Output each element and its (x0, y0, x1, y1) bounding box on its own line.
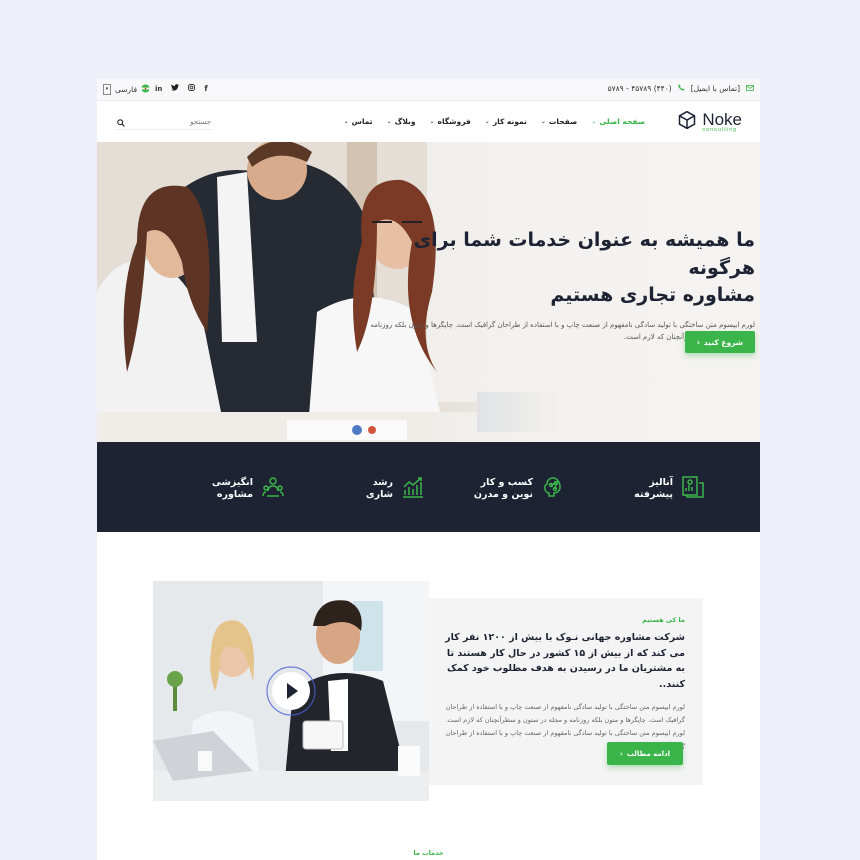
nav-item-contact[interactable]: تماس ⌄ (344, 117, 373, 126)
logo-subtitle: consulting (702, 126, 738, 133)
chevron-down-icon: ⌄ (386, 118, 392, 125)
facebook-icon[interactable]: f (204, 84, 207, 93)
feature-title: آنالیز (649, 476, 673, 488)
play-button[interactable] (266, 666, 316, 716)
analytics-icon (681, 475, 705, 503)
chevron-left-icon: ‹ (696, 337, 700, 347)
feature-subtitle: مشاوره (216, 489, 253, 501)
chevron-down-icon[interactable]: ▾ (103, 84, 111, 95)
feature-title: انگیزشی (211, 476, 253, 488)
chevron-down-icon: ⌄ (343, 118, 349, 125)
contact-label[interactable]: [تماس با ایمیل] (691, 84, 740, 93)
main-nav: Noke consulting صفحه اصلی ⌄ صفحات ⌄ نمونه … (97, 102, 760, 142)
chevron-down-icon: ⌄ (591, 118, 597, 125)
feature-title: کسب و کار (480, 476, 533, 488)
nav-item-portfolio[interactable]: نمونه کار ⌄ (485, 117, 527, 126)
about-title: شرکت مشاوره جهانی نـوک با بیش از ۱۲۰۰ نف… (445, 632, 685, 691)
nav-item-blog[interactable]: وبلاگ ⌄ (387, 117, 416, 126)
feature-subtitle: نوین و مدرن (473, 489, 533, 501)
feature-subtitle: شاری (365, 489, 393, 501)
about-card: ما کی هستیم شرکت مشاوره جهانی نـوک با بی… (429, 598, 703, 785)
nav-item-pages[interactable]: صفحات ⌄ (541, 117, 577, 126)
search-icon[interactable] (117, 112, 125, 131)
features-bar: آنالیز پیشرفته کسب و کار نوین و مدرن رشد… (97, 442, 760, 532)
logo-name: Noke (702, 109, 742, 129)
get-started-button[interactable]: شروع کنید ‹ (685, 331, 755, 353)
nav-item-label: صفحات (548, 117, 578, 126)
social-links: in f (155, 84, 208, 93)
search-input[interactable] (131, 117, 211, 126)
nav-item-label: تماس (351, 117, 373, 126)
about-video (153, 581, 429, 801)
search-box (115, 114, 213, 130)
logo-box-icon (677, 110, 697, 134)
hero-title-line2: مشاوره تجاری هستیم (550, 284, 755, 307)
logo[interactable]: Noke consulting (677, 110, 742, 134)
about-tag: ما کی هستیم (642, 616, 685, 624)
services-tag: خدمات ما (413, 849, 444, 857)
nav-menu: صفحه اصلی ⌄ صفحات ⌄ نمونه کار ⌄ فروشگاه ⌄ وب… (344, 117, 645, 126)
chevron-down-icon: ⌄ (540, 118, 546, 125)
phone-number[interactable]: (۴۴۰) ۴۵۷۸۹ - ۵۷۸۹ (608, 84, 672, 93)
growth-chart-icon (401, 475, 425, 503)
button-label: شروع کنید (703, 337, 744, 347)
top-bar: ▾ فارسی in f [تماس با ایمیل] (۴۴۰) ۴۵۷۸۹… (97, 79, 760, 101)
feature-motivation[interactable]: انگیزشی مشاوره (212, 475, 285, 503)
page: ▾ فارسی in f [تماس با ایمیل] (۴۴۰) ۴۵۷۸۹… (97, 79, 760, 860)
button-label: ادامه مطالب (626, 749, 671, 758)
brain-icon (541, 475, 565, 503)
instagram-icon[interactable] (188, 84, 196, 93)
nav-item-shop[interactable]: فروشگاه ⌄ (430, 117, 471, 126)
hero-title-line1: ما همیشه به عنوان خدمات شما برای هرگونه (413, 229, 755, 279)
flag-icon (141, 84, 150, 95)
language-switcher[interactable]: ▾ فارسی (103, 84, 150, 95)
hero-content: ما همیشه به عنوان خدمات شما برای هرگونه … (365, 227, 755, 343)
nav-item-label: صفحه اصلی (599, 117, 645, 126)
feature-title: رشد (372, 476, 393, 488)
feature-business[interactable]: کسب و کار نوین و مدرن (474, 475, 565, 503)
contact-info: [تماس با ایمیل] (۴۴۰) ۴۵۷۸۹ - ۵۷۸۹ (608, 84, 754, 93)
email-icon (746, 84, 754, 93)
hero-title: ما همیشه به عنوان خدمات شما برای هرگونه … (365, 227, 755, 310)
read-more-button[interactable]: ادامه مطالب ‹ (607, 742, 683, 765)
hero-section: ما همیشه به عنوان خدمات شما برای هرگونه … (97, 142, 760, 442)
nav-item-home[interactable]: صفحه اصلی ⌄ (591, 117, 645, 126)
chevron-down-icon: ⌄ (484, 118, 490, 125)
team-icon (261, 475, 285, 503)
play-icon (266, 666, 316, 716)
feature-subtitle: پیشرفته (634, 489, 673, 501)
twitter-icon[interactable] (171, 84, 180, 93)
nav-item-label: وبلاگ (394, 117, 416, 126)
chevron-left-icon: ‹ (619, 749, 623, 758)
language-label: فارسی (115, 85, 138, 94)
phone-icon (678, 84, 685, 93)
nav-item-label: نمونه کار (492, 117, 527, 126)
chevron-down-icon: ⌄ (429, 118, 435, 125)
linkedin-icon[interactable]: in (155, 85, 162, 93)
feature-growth[interactable]: رشد شاری (366, 475, 425, 503)
feature-analytics[interactable]: آنالیز پیشرفته (634, 475, 705, 503)
nav-item-label: فروشگاه (437, 117, 471, 126)
